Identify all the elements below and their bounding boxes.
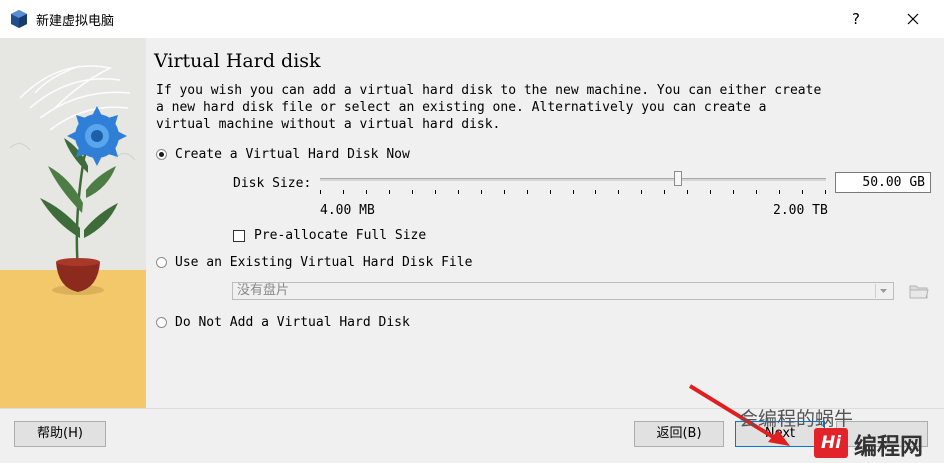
slider-groove <box>320 178 826 181</box>
existing-disk-select[interactable]: 没有盘片 <box>232 282 894 300</box>
create-disk-label: Create a Virtual Hard Disk Now <box>175 147 410 162</box>
watermark-site: 编程网 <box>854 434 923 460</box>
help-titlebar-button[interactable]: ? <box>845 8 867 30</box>
disk-size-input[interactable]: 50.00 GB <box>835 172 931 193</box>
chevron-down-icon <box>875 284 887 298</box>
existing-disk-value: 没有盘片 <box>237 283 290 298</box>
slider-tick <box>481 190 482 194</box>
window-title: 新建虚拟电脑 <box>36 14 115 29</box>
disk-size-slider[interactable] <box>320 171 826 201</box>
flower-pot-illustration <box>0 38 146 408</box>
preallocate-label: Pre-allocate Full Size <box>254 228 427 243</box>
page-title: Virtual Hard disk <box>154 50 321 72</box>
slider-tick <box>756 190 757 194</box>
slider-tick <box>550 190 551 194</box>
slider-tick <box>389 190 390 194</box>
slider-tick <box>435 190 436 194</box>
site-logo: Hi <box>814 428 848 458</box>
slider-tick <box>527 190 528 194</box>
slider-tick <box>573 190 574 194</box>
back-button[interactable]: 返回(B) <box>634 421 724 447</box>
slider-tick <box>733 190 734 194</box>
use-existing-label: Use an Existing Virtual Hard Disk File <box>175 255 473 270</box>
slider-tick <box>825 190 826 194</box>
radio-indicator[interactable] <box>156 149 167 160</box>
new-vm-dialog: 新建虚拟电脑 ? Virtual Hard disk If you wish y… <box>0 0 944 463</box>
help-button[interactable]: 帮助(H) <box>14 421 106 447</box>
no-disk-label: Do Not Add a Virtual Hard Disk <box>175 315 410 330</box>
slider-tick <box>641 190 642 194</box>
slider-tick <box>366 190 367 194</box>
slider-tick <box>320 190 321 194</box>
slider-tick <box>687 190 688 194</box>
checkbox-box[interactable] <box>233 230 245 242</box>
folder-open-icon[interactable] <box>908 281 930 301</box>
slider-tick <box>779 190 780 194</box>
wizard-content: Virtual Hard disk If you wish you can ad… <box>146 38 944 408</box>
page-description: If you wish you can add a virtual hard d… <box>156 83 822 132</box>
slider-tick <box>458 190 459 194</box>
title-bar: 新建虚拟电脑 ? <box>0 0 944 38</box>
slider-tick <box>343 190 344 194</box>
slider-tick <box>618 190 619 194</box>
slider-tick <box>504 190 505 194</box>
slider-tick <box>802 190 803 194</box>
slider-tick <box>664 190 665 194</box>
min-size-label: 4.00 MB <box>320 203 375 218</box>
slider-tick <box>595 190 596 194</box>
blue-flower-icon <box>67 106 127 166</box>
disk-size-label: Disk Size: <box>233 176 312 191</box>
virtualbox-app-icon <box>11 10 27 28</box>
slider-handle[interactable] <box>674 171 682 186</box>
radio-indicator[interactable] <box>156 257 167 268</box>
watermark-author: 会编程的蜗牛 <box>739 408 854 430</box>
close-icon[interactable] <box>899 8 927 30</box>
wizard-illustration <box>0 38 146 408</box>
slider-tick <box>710 190 711 194</box>
max-size-label: 2.00 TB <box>773 203 828 218</box>
slider-tick <box>412 190 413 194</box>
radio-indicator[interactable] <box>156 317 167 328</box>
